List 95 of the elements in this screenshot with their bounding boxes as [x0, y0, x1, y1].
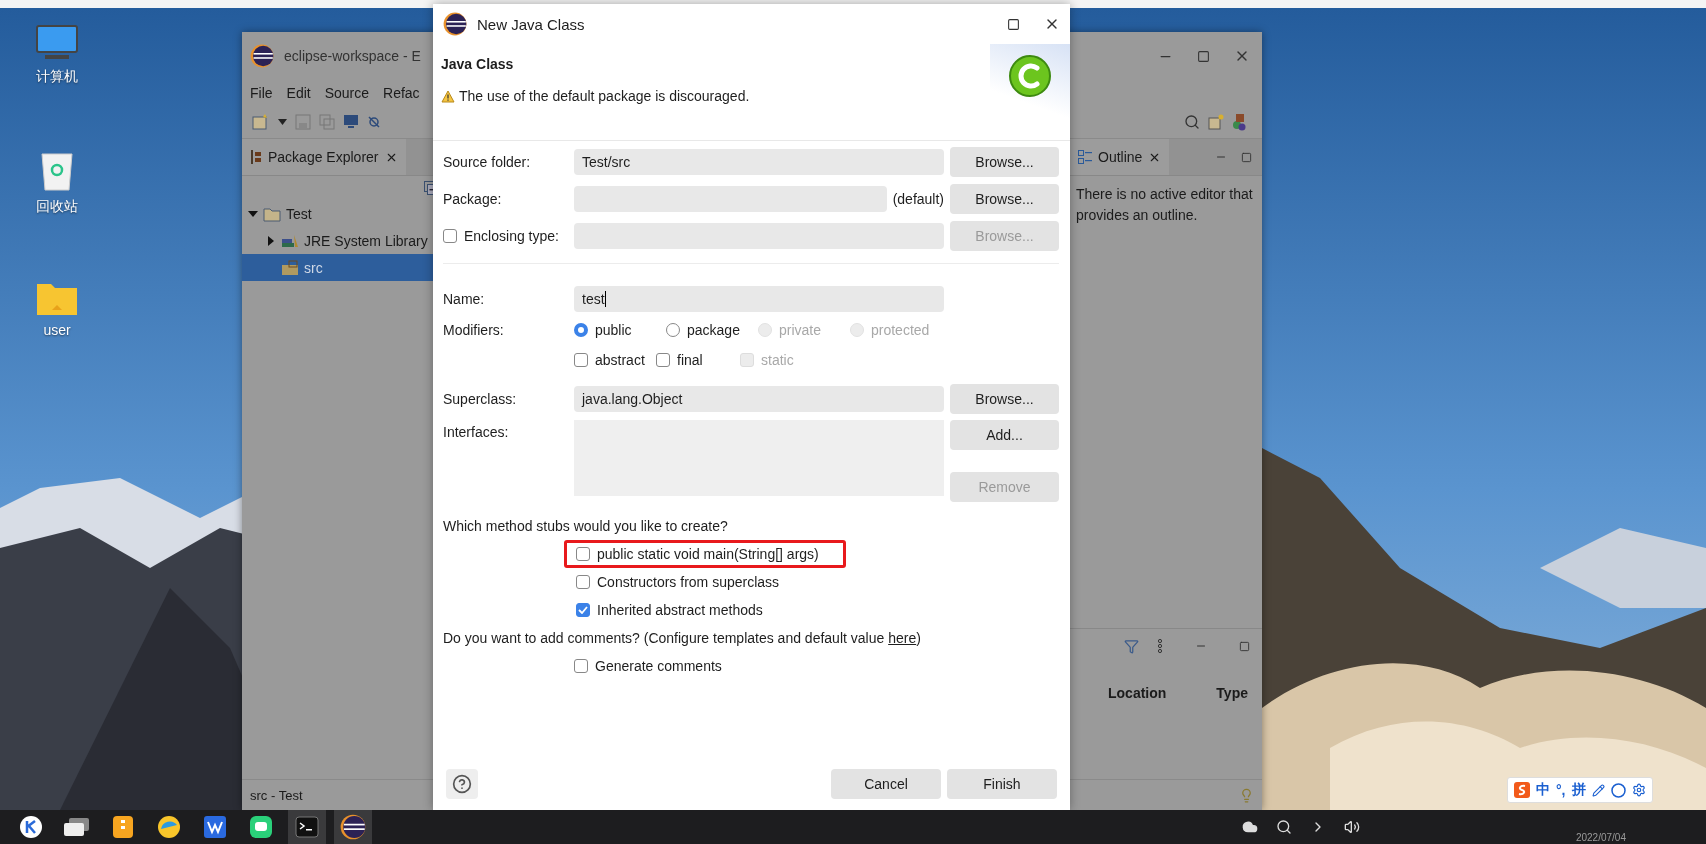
eclipse-logo-icon: [443, 12, 467, 36]
outline-message: There is no active editor that provides an outline.: [1076, 185, 1254, 225]
checkbox[interactable]: [443, 229, 457, 243]
field-label: Package:: [443, 191, 503, 207]
settings-icon[interactable]: [1631, 783, 1646, 797]
input-method-option[interactable]: °,: [1556, 782, 1566, 798]
checkbox-label: final: [677, 352, 703, 368]
page-heading: Java Class: [441, 56, 515, 72]
menu-item[interactable]: Refac: [383, 85, 420, 101]
package-explorer-tab[interactable]: Package Explorer: [242, 139, 406, 175]
hierarchy-icon: [250, 150, 262, 164]
more-options-icon[interactable]: [1157, 639, 1163, 653]
checkbox-label: abstract: [595, 352, 645, 368]
date-text: 2022/07/04: [1575, 832, 1626, 843]
desktop-icon-label[interactable]: 计算机: [36, 68, 78, 86]
checkbox-label: Enclosing type:: [464, 228, 559, 244]
status-text: src - Test: [250, 787, 303, 803]
package-folder-icon: [281, 259, 299, 276]
finish-button[interactable]: Finish: [947, 769, 1057, 799]
cancel-button[interactable]: Cancel: [831, 769, 941, 799]
eclipse-logo-icon: [340, 814, 366, 840]
field-label: Name:: [443, 291, 486, 307]
name-field[interactable]: test: [574, 286, 944, 312]
checkbox[interactable]: [576, 547, 590, 561]
radio-label: package: [687, 322, 740, 338]
checkbox-label: Generate comments: [595, 658, 722, 674]
caret-right-icon[interactable]: [266, 235, 276, 246]
add-button[interactable]: Add...: [950, 420, 1059, 450]
cloud-icon[interactable]: [1241, 819, 1258, 835]
computer-icon[interactable]: [35, 24, 79, 62]
checkbox[interactable]: [574, 353, 588, 367]
monitor-icon[interactable]: [343, 114, 359, 130]
warning-message: The use of the default package is discouraged.: [459, 88, 750, 104]
maximize-icon[interactable]: [1007, 17, 1020, 31]
warning-icon: [441, 89, 455, 103]
radio-button[interactable]: [666, 323, 680, 337]
files-icon[interactable]: [112, 815, 134, 839]
checkbox-label: static: [761, 352, 794, 368]
input-method-option[interactable]: 拼: [1571, 781, 1586, 799]
menu-item[interactable]: Source: [324, 85, 370, 101]
radio-label: public: [595, 322, 632, 338]
radio-button[interactable]: [574, 323, 588, 337]
outline-icon: [1078, 150, 1092, 164]
input-method-option[interactable]: 中: [1536, 781, 1550, 799]
field-label: Modifiers:: [443, 322, 505, 338]
column-header[interactable]: Location: [1108, 685, 1167, 701]
caret-down-icon[interactable]: [278, 119, 287, 125]
windows-icon[interactable]: [63, 817, 91, 837]
radio-label: private: [779, 322, 822, 338]
volume-icon[interactable]: [1343, 819, 1360, 835]
browse-button[interactable]: Browse...: [950, 184, 1059, 214]
checkbox[interactable]: [576, 603, 590, 617]
class-icon: [1008, 54, 1052, 98]
document-app-icon[interactable]: [203, 815, 227, 839]
checkbox-label: public static void main(String[] args): [597, 546, 819, 562]
trash-bin-icon[interactable]: [39, 150, 75, 192]
window-title: eclipse-workspace - E: [284, 48, 421, 64]
search-icon[interactable]: [1275, 819, 1292, 835]
checkbox[interactable]: [656, 353, 670, 367]
pin-icon[interactable]: [367, 115, 381, 129]
eclipse-logo-icon: [250, 44, 274, 68]
chat-icon[interactable]: [249, 815, 273, 839]
dialog-title: New Java Class: [477, 15, 585, 33]
browse-button[interactable]: Browse...: [950, 147, 1059, 177]
source-folder-field[interactable]: Test/src: [574, 149, 944, 175]
default-package-label: (default): [892, 191, 944, 207]
browser-icon[interactable]: [157, 815, 181, 839]
here-link[interactable]: here: [888, 630, 917, 646]
desktop-icon-label[interactable]: 回收站: [36, 198, 78, 216]
menu-item[interactable]: Edit: [286, 85, 311, 101]
checkbox[interactable]: [576, 575, 590, 589]
superclass-field[interactable]: java.lang.Object: [574, 386, 944, 412]
checkbox-label: Constructors from superclass: [597, 574, 780, 590]
checkbox[interactable]: [574, 659, 588, 673]
desktop-icon-label[interactable]: user: [43, 322, 71, 338]
field-label: Superclass:: [443, 391, 518, 407]
menu-item[interactable]: File: [250, 85, 273, 101]
filter-icon[interactable]: [1124, 638, 1139, 654]
field-label: Source folder:: [443, 154, 532, 170]
caret-down-icon[interactable]: [248, 208, 258, 219]
column-header[interactable]: Type: [1216, 685, 1248, 701]
launcher-icon[interactable]: [19, 815, 43, 839]
comments-question: Do you want to add comments? (Configure templates and default value here): [443, 629, 922, 648]
terminal-icon[interactable]: [295, 816, 319, 838]
radio-label: protected: [871, 322, 930, 338]
checkbox-label: Inherited abstract methods: [597, 602, 763, 618]
field-label: Interfaces:: [443, 423, 510, 440]
pen-icon[interactable]: [1591, 783, 1605, 797]
outline-tab[interactable]: Outline: [1070, 139, 1170, 175]
help-button[interactable]: [446, 769, 478, 799]
stubs-question: Which method stubs would you like to create?: [443, 517, 729, 536]
browse-button[interactable]: Browse...: [950, 384, 1059, 414]
project-folder-icon: [263, 205, 281, 222]
taskbar-app[interactable]: [334, 810, 372, 844]
input-logo-icon[interactable]: [1514, 782, 1530, 798]
